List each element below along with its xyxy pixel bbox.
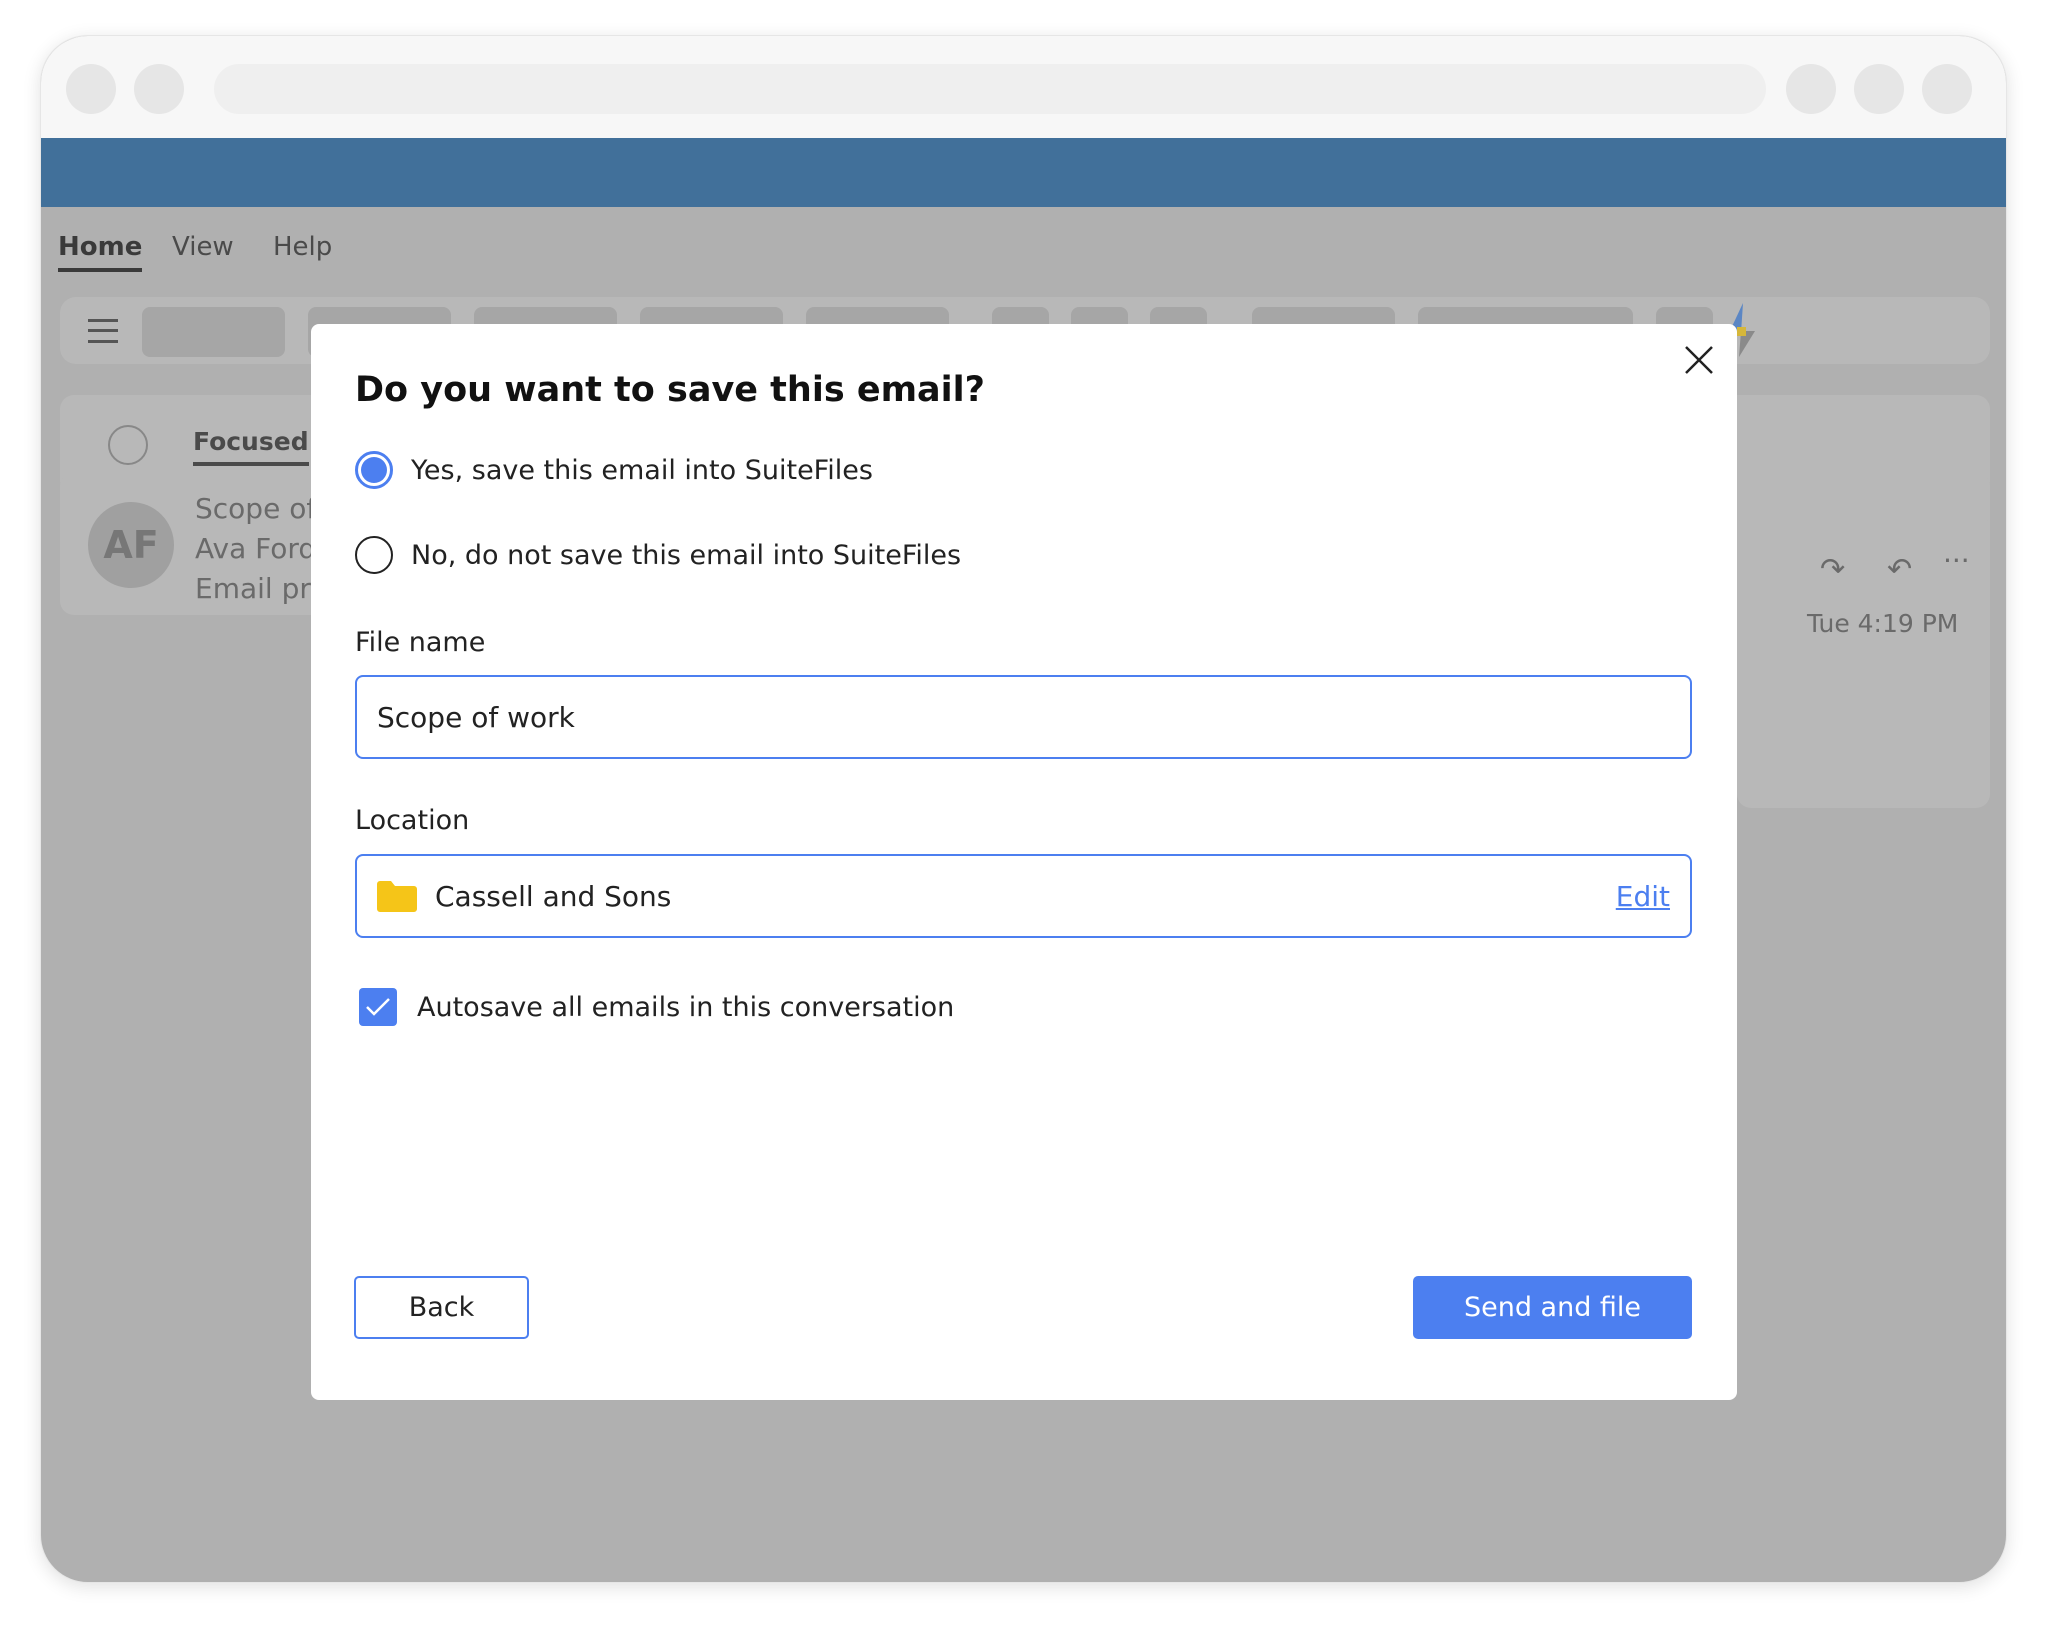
reply-icon[interactable]: ↶ bbox=[1887, 552, 1912, 587]
tab-home[interactable]: Home bbox=[58, 232, 143, 272]
radio-save-yes[interactable]: Yes, save this email into SuiteFiles bbox=[355, 451, 873, 489]
forward-icon[interactable]: ↷ bbox=[1820, 552, 1845, 587]
reading-pane-header: ↷ ↶ ··· Tue 4:19 PM bbox=[1737, 514, 1990, 808]
send-and-file-button[interactable]: Send and file bbox=[1413, 1276, 1692, 1339]
app-header bbox=[41, 138, 2006, 207]
edit-location-link[interactable]: Edit bbox=[1616, 880, 1670, 913]
radio-save-no[interactable]: No, do not save this email into SuiteFil… bbox=[355, 536, 961, 574]
dialog-title: Do you want to save this email? bbox=[355, 370, 985, 410]
location-value: Cassell and Sons bbox=[435, 879, 672, 913]
back-button[interactable]: Back bbox=[354, 1276, 529, 1339]
mail-sender: Ava Ford bbox=[195, 532, 317, 565]
file-name-label: File name bbox=[355, 627, 486, 658]
autosave-label: Autosave all emails in this conversation bbox=[417, 991, 955, 1023]
tab-help[interactable]: Help bbox=[273, 232, 332, 262]
window-control[interactable] bbox=[134, 64, 184, 114]
radio-label: No, do not save this email into SuiteFil… bbox=[411, 539, 962, 571]
timestamp: Tue 4:19 PM bbox=[1807, 609, 1959, 638]
radio-button-selected[interactable] bbox=[355, 451, 393, 489]
browser-button[interactable] bbox=[1922, 64, 1972, 114]
mail-preview: Email pre bbox=[195, 572, 328, 605]
save-email-dialog: Do you want to save this email? Yes, sav… bbox=[311, 324, 1737, 1400]
browser-chrome bbox=[41, 36, 2006, 138]
focused-tab[interactable]: Focused bbox=[193, 427, 309, 466]
file-name-value: Scope of work bbox=[377, 700, 575, 734]
select-all-check-icon[interactable] bbox=[108, 425, 148, 465]
radio-label: Yes, save this email into SuiteFiles bbox=[411, 454, 873, 486]
tab-view[interactable]: View bbox=[172, 232, 234, 262]
location-label: Location bbox=[355, 805, 470, 836]
radio-button[interactable] bbox=[355, 536, 393, 574]
location-field: Cassell and Sons Edit bbox=[355, 854, 1692, 938]
toolbar-button[interactable] bbox=[142, 307, 285, 357]
autosave-option[interactable]: Autosave all emails in this conversation bbox=[359, 988, 954, 1026]
checkmark-icon bbox=[366, 998, 390, 1016]
avatar: AF bbox=[88, 502, 174, 588]
browser-button[interactable] bbox=[1786, 64, 1836, 114]
folder-icon bbox=[377, 881, 417, 912]
close-icon[interactable] bbox=[1683, 344, 1715, 376]
browser-button[interactable] bbox=[1854, 64, 1904, 114]
hamburger-menu-icon[interactable] bbox=[88, 319, 118, 343]
more-icon[interactable]: ··· bbox=[1943, 544, 1970, 577]
address-bar[interactable] bbox=[214, 64, 1766, 114]
mail-subject: Scope of bbox=[195, 492, 317, 525]
autosave-checkbox[interactable] bbox=[359, 988, 397, 1026]
window-control[interactable] bbox=[66, 64, 116, 114]
file-name-input[interactable]: Scope of work bbox=[355, 675, 1692, 759]
